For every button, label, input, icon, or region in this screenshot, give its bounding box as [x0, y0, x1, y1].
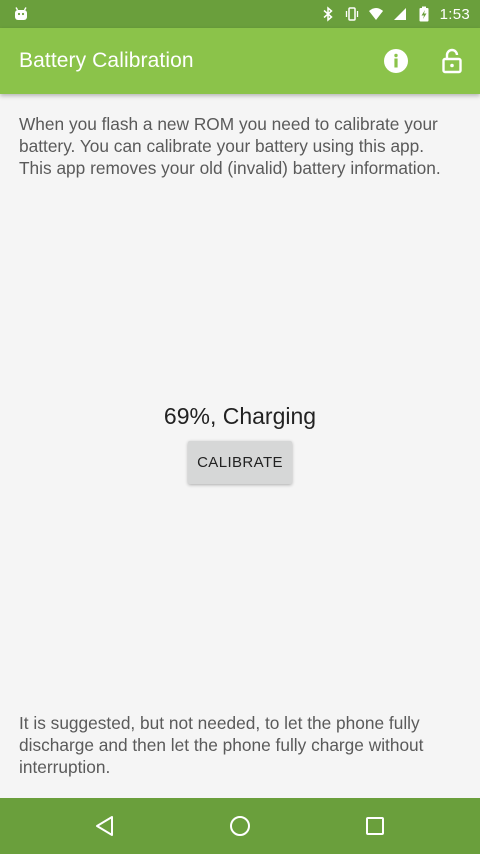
status-bar: 1:53 — [0, 0, 480, 28]
recents-button[interactable] — [355, 806, 395, 846]
status-time: 1:53 — [439, 5, 470, 23]
info-button[interactable] — [379, 44, 413, 78]
footer-text: It is suggested, but not needed, to let … — [19, 713, 424, 778]
unlock-icon — [442, 48, 462, 74]
main-content: When you flash a new ROM you need to cal… — [0, 94, 480, 798]
battery-status: 69%, Charging — [163, 403, 317, 429]
calibrate-button[interactable]: CALIBRATE — [188, 441, 292, 484]
battery-charging-icon — [419, 6, 429, 22]
intro-text: When you flash a new ROM you need to cal… — [19, 114, 441, 178]
vibrate-icon — [345, 7, 358, 21]
home-icon — [230, 816, 250, 836]
recents-icon — [366, 817, 384, 835]
signal-icon — [393, 8, 406, 20]
back-button[interactable] — [85, 806, 125, 846]
android-notification-icon — [15, 7, 27, 20]
unlock-button[interactable] — [435, 44, 469, 78]
app-title: Battery Calibration — [19, 49, 194, 72]
back-icon — [96, 816, 113, 836]
home-button[interactable] — [220, 806, 260, 846]
bluetooth-icon — [323, 6, 333, 22]
nav-bar — [0, 798, 480, 854]
wifi-icon — [368, 8, 383, 20]
info-icon — [384, 49, 408, 73]
app-bar: Battery Calibration — [0, 28, 480, 94]
